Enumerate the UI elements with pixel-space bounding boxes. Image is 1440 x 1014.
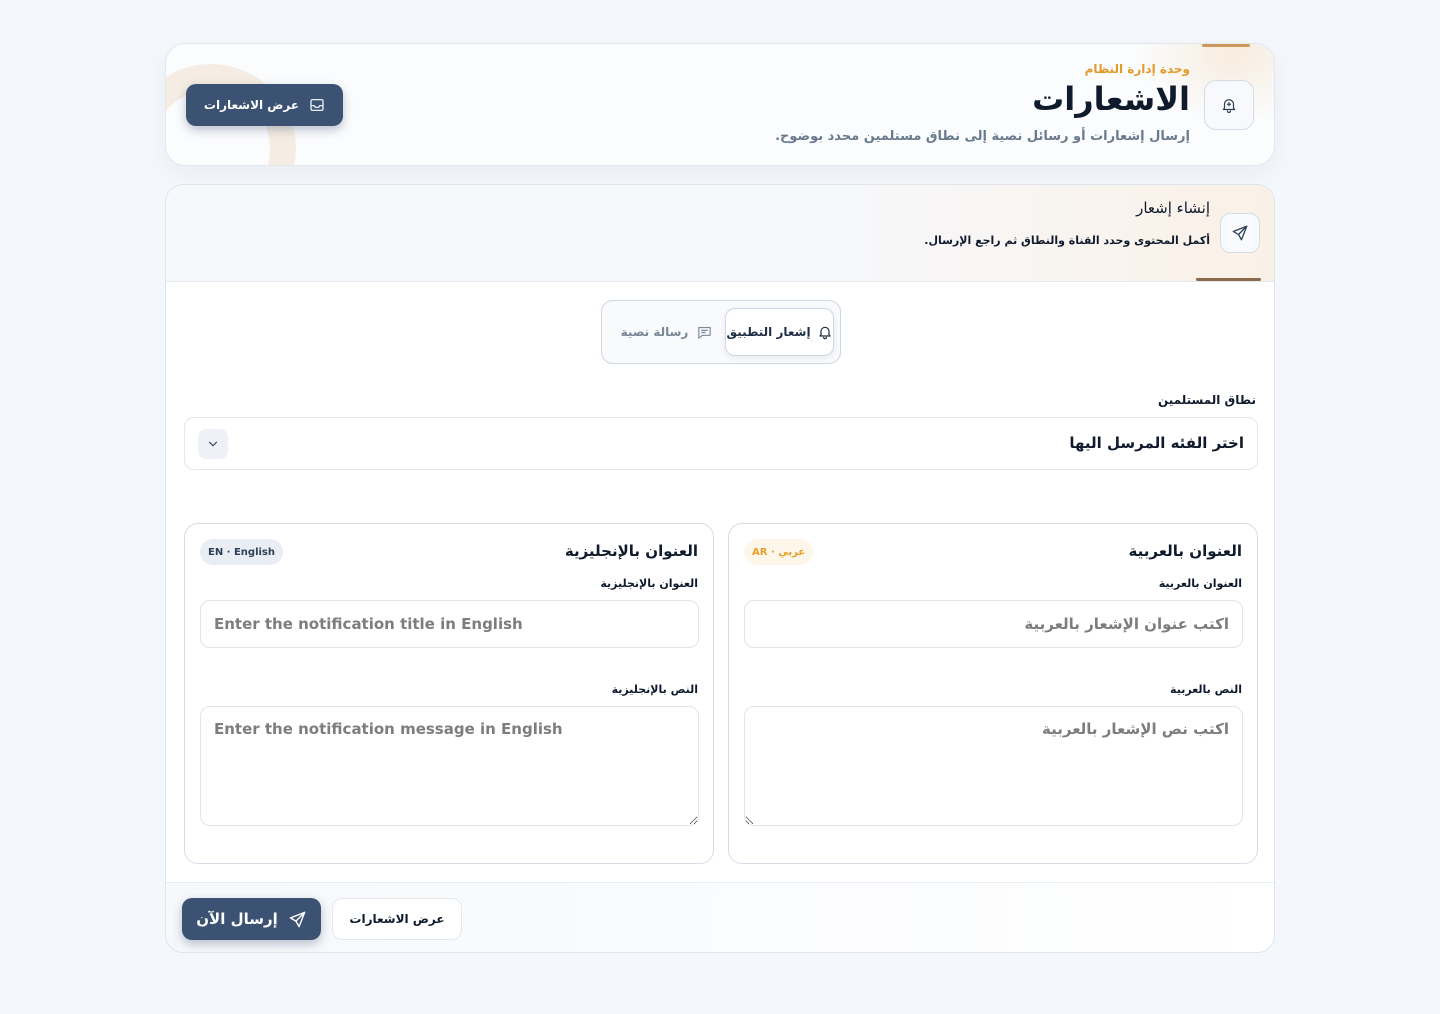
arabic-title-input[interactable]: [744, 600, 1243, 648]
compose-subtitle: أكمل المحتوى وحدد القناة والنطاق ثم راجع…: [924, 234, 1210, 247]
header-accent-bar: [1196, 278, 1261, 281]
send-now-button[interactable]: إرسال الآن: [182, 898, 321, 940]
page-subtitle: إرسال إشعارات أو رسائل نصية إلى نطاق مست…: [775, 129, 1190, 144]
arabic-body-label: النص بالعربية: [1170, 683, 1242, 696]
tab-app-notification[interactable]: إشعار التطبيق: [725, 308, 834, 356]
channel-tabs: إشعار التطبيق رسالة نصية: [601, 300, 841, 364]
arabic-content-card: العنوان بالعربية AR · عربي العنوان بالعر…: [728, 523, 1258, 864]
view-notifications-label: عرض الاشعارات: [203, 98, 300, 112]
compose-header: إنشاء إشعار أكمل المحتوى وحدد القناة وال…: [166, 185, 1274, 282]
inbox-icon: [309, 97, 325, 113]
bell-plus-icon: [1204, 80, 1254, 130]
chevron-down-icon[interactable]: [198, 429, 228, 459]
recipient-scope-value: اختر الفئه المرسل اليها: [1069, 434, 1244, 452]
page-header: وحدة إدارة النظام الاشعارات إرسال إشعارا…: [165, 43, 1275, 166]
view-notifications-button[interactable]: عرض الاشعارات: [186, 84, 343, 126]
tab-sms[interactable]: رسالة نصية: [612, 308, 722, 356]
message-icon: [696, 324, 713, 341]
arabic-badge: AR · عربي: [744, 539, 814, 565]
english-badge: EN · English: [200, 539, 283, 565]
compose-card: إنشاء إشعار أكمل المحتوى وحدد القناة وال…: [165, 184, 1275, 953]
bell-icon: [817, 324, 833, 340]
send-icon: [1220, 213, 1260, 253]
send-icon: [288, 910, 307, 929]
arabic-card-title: العنوان بالعربية: [1128, 542, 1242, 560]
english-content-card: العنوان بالإنجليزية EN · English العنوان…: [184, 523, 714, 864]
view-notifications-footer-button[interactable]: عرض الاشعارات: [332, 898, 462, 940]
compose-footer: إرسال الآن عرض الاشعارات: [166, 882, 1274, 952]
recipient-scope-select[interactable]: اختر الفئه المرسل اليها: [184, 417, 1258, 470]
page-title: الاشعارات: [1032, 80, 1190, 118]
tab-app-notification-label: إشعار التطبيق: [726, 325, 811, 339]
english-body-textarea[interactable]: [200, 706, 699, 826]
recipient-scope-label: نطاق المستلمين: [1157, 393, 1256, 407]
decorative-bar: [1202, 44, 1250, 47]
compose-title: إنشاء إشعار: [1136, 199, 1210, 217]
english-card-title: العنوان بالإنجليزية: [564, 542, 698, 560]
tab-sms-label: رسالة نصية: [620, 325, 689, 339]
send-now-label: إرسال الآن: [196, 910, 278, 928]
english-body-label: النص بالإنجليزية: [611, 683, 698, 696]
english-title-input[interactable]: [200, 600, 699, 648]
english-title-label: العنوان بالإنجليزية: [600, 577, 698, 590]
page-eyebrow: وحدة إدارة النظام: [1084, 62, 1190, 76]
arabic-title-label: العنوان بالعربية: [1158, 577, 1242, 590]
arabic-body-textarea[interactable]: [744, 706, 1243, 826]
